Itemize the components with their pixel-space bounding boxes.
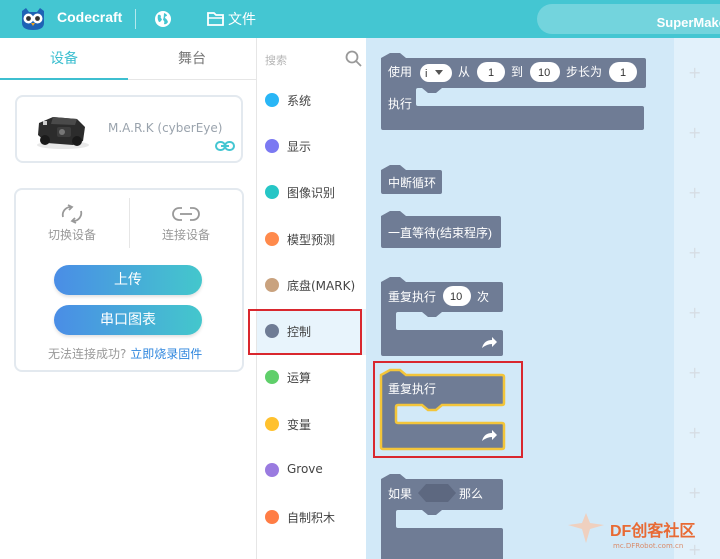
link-icon[interactable] [215, 139, 235, 153]
category-display[interactable]: 显示 [257, 124, 366, 170]
if-label: 如果 [388, 486, 412, 501]
category-model-prediction[interactable]: 模型预测 [257, 217, 366, 263]
repeat-times-block[interactable]: 重复执行 10 次 [381, 277, 503, 356]
then-label: 那么 [459, 487, 483, 501]
for-to-label: 到 [511, 65, 523, 79]
repeat-count-value: 10 [450, 291, 462, 303]
highlight-box [373, 361, 523, 458]
break-loop-block[interactable]: 中断循环 [381, 165, 442, 194]
if-then-block[interactable]: 如果 那么 [381, 474, 503, 559]
upload-button[interactable]: 上传 [54, 265, 202, 295]
watermark-logo-icon [568, 513, 604, 543]
folder-icon[interactable] [207, 11, 225, 27]
connection-fail-text: 无法连接成功? [48, 347, 127, 361]
robot-image [37, 117, 89, 149]
category-operators[interactable]: 运算 [257, 355, 366, 401]
for-loop-block[interactable]: 使用 i 从 1 到 10 步长为 1 执行 [381, 53, 646, 130]
category-variables[interactable]: 变量 [257, 402, 366, 448]
for-step-label: 步长为 [566, 65, 602, 79]
connect-device-icon [172, 207, 200, 221]
switch-device-button[interactable]: 切换设备 [16, 204, 128, 248]
device-panel: 设备 舞台 M.A.R.K (cyberEye) 切换设备 连接设备 上传 串口… [0, 38, 257, 559]
search-input[interactable]: 搜索 [265, 52, 287, 68]
connect-device-button[interactable]: 连接设备 [130, 204, 242, 248]
app-title: Codecraft [57, 9, 123, 25]
category-control[interactable]: 控制 [248, 309, 366, 355]
wait-forever-block[interactable]: 一直等待(结束程序) [381, 211, 501, 248]
watermark-subtext: mc.DFRobot.com.cn [613, 542, 684, 550]
tab-devices[interactable]: 设备 [0, 38, 128, 80]
device-card[interactable]: M.A.R.K (cyberEye) [15, 95, 243, 163]
category-label: 底盘(MARK) [287, 279, 356, 293]
for-from-label: 从 [458, 65, 470, 79]
for-to-value: 10 [538, 67, 550, 79]
serial-chart-button[interactable]: 串口图表 [54, 305, 202, 335]
category-label: 显示 [287, 140, 312, 154]
category-color-dot [265, 93, 279, 107]
category-color-dot [265, 139, 279, 153]
for-from-value: 1 [488, 67, 494, 79]
device-name: M.A.R.K (cyberEye) [108, 121, 223, 135]
flash-firmware-link[interactable]: 立即烧录固件 [130, 347, 202, 361]
break-loop-label: 中断循环 [388, 175, 436, 190]
highlight-box [248, 309, 362, 355]
project-name[interactable]: SuperMaker [657, 15, 720, 30]
watermark-text: DF创客社区 [610, 523, 696, 540]
category-system[interactable]: 系统 [257, 78, 366, 124]
category-label: 系统 [287, 94, 312, 108]
project-name-pill[interactable]: SuperMaker [537, 4, 720, 34]
category-chassis[interactable]: 底盘(MARK) [257, 263, 366, 309]
category-color-dot [265, 463, 279, 477]
blocks-canvas: 使用 i 从 1 到 10 步长为 1 执行 中断循环 一直等待(结束程序) 重… [379, 53, 646, 559]
category-color-dot [265, 417, 279, 431]
wait-forever-label: 一直等待(结束程序) [388, 225, 492, 240]
header-divider [135, 9, 136, 29]
category-color-dot [265, 185, 279, 199]
category-image-recognition[interactable]: 图像识别 [257, 170, 366, 216]
block-category-panel: 搜索 系统 显示 图像识别 模型预测 底盘(MARK) 控制 运算 变量 Gro… [248, 38, 366, 559]
category-label: 自制积木 [287, 511, 336, 525]
owl-logo-icon [22, 8, 44, 30]
condition-slot[interactable] [418, 484, 456, 502]
search-icon[interactable] [345, 50, 362, 67]
category-label: 模型预测 [287, 233, 336, 247]
category-color-dot [265, 278, 279, 292]
repeat-times-suffix: 次 [477, 290, 489, 304]
for-do-label: 执行 [388, 97, 412, 111]
category-label: 运算 [287, 371, 312, 385]
connection-help: 无法连接成功? 立即烧录固件 [48, 345, 202, 362]
for-step-value: 1 [620, 67, 626, 79]
category-color-dot [265, 370, 279, 384]
connection-card: 切换设备 连接设备 上传 串口图表 无法连接成功? 立即烧录固件 [14, 188, 244, 372]
code-workspace[interactable]: + + + + + + + + + 使用 i 从 1 到 10 步长为 1 执行… [366, 38, 720, 559]
category-grove[interactable]: Grove [257, 448, 366, 494]
switch-device-icon [61, 204, 83, 224]
category-color-dot [265, 232, 279, 246]
category-my-blocks[interactable]: 自制积木 [257, 495, 366, 541]
switch-device-label: 切换设备 [47, 228, 96, 242]
top-bar: Codecraft 文件 SuperMaker [0, 0, 720, 38]
tab-stage[interactable]: 舞台 [128, 38, 256, 80]
for-variable: i [425, 68, 427, 80]
file-menu[interactable]: 文件 [228, 9, 256, 29]
for-use-label: 使用 [388, 64, 412, 79]
connect-device-label: 连接设备 [161, 228, 210, 242]
globe-icon[interactable] [154, 10, 172, 28]
category-label: 图像识别 [287, 186, 336, 200]
category-label: Grove [287, 462, 323, 476]
category-color-dot [265, 510, 279, 524]
repeat-times-label: 重复执行 [388, 290, 436, 304]
category-label: 变量 [287, 418, 312, 432]
